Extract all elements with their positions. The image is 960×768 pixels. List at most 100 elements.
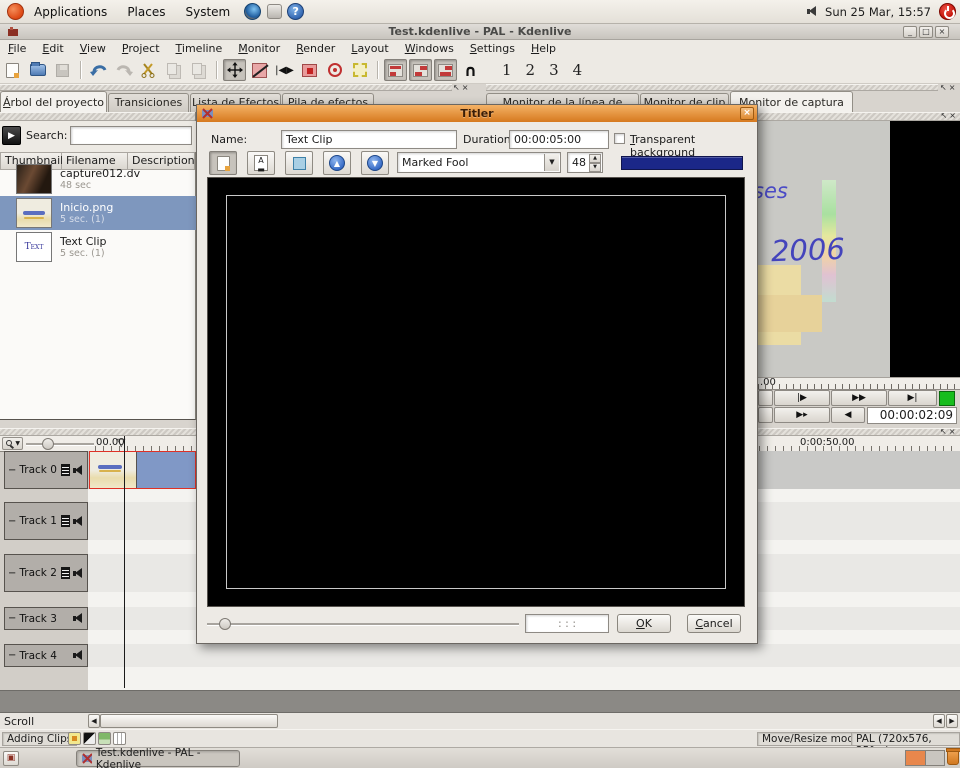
hscroll-left-button[interactable]: ◀ bbox=[933, 714, 945, 728]
menu-monitor[interactable]: Monitor bbox=[230, 42, 288, 55]
search-input[interactable] bbox=[70, 126, 192, 145]
redo-button[interactable] bbox=[112, 59, 135, 81]
clip-row-capture012[interactable]: capture012.dv 48 sec bbox=[0, 162, 196, 196]
copy-button[interactable] bbox=[162, 59, 185, 81]
raise-object-button[interactable]: ▲ bbox=[323, 151, 351, 175]
track-3-header[interactable]: − Track 3 bbox=[4, 607, 88, 630]
task-button-kdenlive[interactable]: Test.kdenlive - PAL - Kdenlive bbox=[76, 750, 240, 767]
add-rect-button[interactable] bbox=[285, 151, 313, 175]
show-thumbnails-button[interactable] bbox=[384, 59, 407, 81]
volume-icon[interactable] bbox=[807, 6, 819, 17]
show-audio-thumbs-button[interactable] bbox=[409, 59, 432, 81]
track-0-header[interactable]: − Track 0 bbox=[4, 451, 88, 489]
clip-row-textclip[interactable]: Text Text Clip 5 sec. (1) bbox=[0, 230, 196, 264]
monitor-button-stub[interactable] bbox=[758, 407, 773, 423]
spin-up-icon[interactable]: ▲ bbox=[589, 154, 601, 163]
record-button[interactable] bbox=[298, 59, 321, 81]
tab-transitions[interactable]: Transiciones bbox=[108, 93, 189, 112]
save-project-button[interactable] bbox=[51, 59, 74, 81]
trash-icon[interactable] bbox=[947, 750, 959, 765]
dock-handle[interactable] bbox=[486, 84, 938, 91]
workspace-1[interactable] bbox=[906, 751, 926, 765]
frame-back-button[interactable]: ◀ bbox=[831, 407, 865, 423]
play-button[interactable]: |▶ bbox=[774, 390, 830, 406]
coords-field[interactable]: : : : bbox=[525, 614, 609, 633]
track-4-header[interactable]: − Track 4 bbox=[4, 644, 88, 667]
canvas-zoom-slider[interactable] bbox=[207, 623, 519, 626]
dialog-titlebar[interactable]: Titler × bbox=[197, 105, 757, 122]
canvas-zoom-handle[interactable] bbox=[219, 618, 231, 630]
timeline-clip-inicio[interactable] bbox=[89, 451, 196, 489]
undo-button[interactable] bbox=[87, 59, 110, 81]
monitor-button-stub[interactable] bbox=[758, 390, 773, 406]
text-color-swatch[interactable] bbox=[621, 156, 743, 170]
record-indicator[interactable] bbox=[939, 391, 955, 406]
status-image-icon[interactable] bbox=[98, 732, 111, 745]
play-section-button[interactable]: ▶▸ bbox=[774, 407, 830, 423]
dialog-close-button[interactable]: × bbox=[740, 107, 754, 120]
track-1-header[interactable]: − Track 1 bbox=[4, 502, 88, 540]
tab-project-tree[interactable]: Árbol del proyecto bbox=[0, 91, 107, 112]
new-project-button[interactable] bbox=[1, 59, 24, 81]
guide-3-button[interactable]: 3 bbox=[549, 61, 559, 79]
collapse-track-icon[interactable]: − bbox=[8, 651, 16, 660]
menu-render[interactable]: Render bbox=[288, 42, 343, 55]
dock-handle[interactable] bbox=[758, 112, 960, 121]
menu-edit[interactable]: Edit bbox=[34, 42, 71, 55]
clock[interactable]: Sun 25 Mar, 15:57 bbox=[819, 5, 939, 19]
track-2-header[interactable]: − Track 2 bbox=[4, 554, 88, 592]
status-color-icon[interactable] bbox=[68, 732, 81, 745]
menu-layout[interactable]: Layout bbox=[343, 42, 396, 55]
close-button[interactable]: × bbox=[935, 26, 949, 38]
spacer-tool-button[interactable]: |◀▶ bbox=[273, 59, 296, 81]
status-contrast-icon[interactable] bbox=[83, 732, 96, 745]
guide-1-button[interactable]: 1 bbox=[502, 61, 512, 79]
hscroll-right-button[interactable]: ▶ bbox=[946, 714, 958, 728]
collapse-track-icon[interactable]: − bbox=[8, 517, 16, 526]
timecode-display[interactable]: 00:00:02:09 bbox=[867, 407, 957, 424]
menu-windows[interactable]: Windows bbox=[397, 42, 462, 55]
clip-row-inicio[interactable]: Inicio.png 5 sec. (1) bbox=[0, 196, 196, 230]
workspace-switcher[interactable] bbox=[905, 750, 945, 766]
status-grid-icon[interactable] bbox=[113, 732, 126, 745]
selection-zone-button[interactable] bbox=[348, 59, 371, 81]
dock-controls[interactable]: ↖× bbox=[940, 428, 957, 436]
minimize-button[interactable]: _ bbox=[903, 26, 917, 38]
menu-help[interactable]: Help bbox=[523, 42, 564, 55]
zoom-slider[interactable] bbox=[26, 443, 94, 446]
menu-settings[interactable]: Settings bbox=[462, 42, 523, 55]
spin-down-icon[interactable]: ▼ bbox=[589, 163, 601, 172]
help-icon[interactable]: ? bbox=[287, 3, 304, 20]
dock-handle[interactable] bbox=[0, 84, 452, 91]
zoom-button[interactable]: ▼ bbox=[2, 437, 23, 450]
new-title-button[interactable] bbox=[209, 151, 237, 175]
scroll-left-button[interactable]: ◀ bbox=[88, 714, 100, 728]
guide-4-button[interactable]: 4 bbox=[573, 61, 583, 79]
add-text-button[interactable]: A▬ bbox=[247, 151, 275, 175]
workspace-2[interactable] bbox=[926, 751, 945, 765]
browser-launcher-icon[interactable] bbox=[244, 3, 261, 20]
playhead-line[interactable] bbox=[124, 436, 125, 688]
panel-menu-applications[interactable]: Applications bbox=[24, 5, 117, 19]
menu-file[interactable]: File bbox=[0, 42, 34, 55]
name-input[interactable]: Text Clip bbox=[281, 130, 457, 149]
scroll-thumb[interactable] bbox=[100, 714, 278, 728]
font-size-spinner[interactable]: 48 ▲▼ bbox=[567, 152, 603, 173]
menu-timeline[interactable]: Timeline bbox=[168, 42, 231, 55]
snap-button[interactable]: ∩ bbox=[459, 59, 482, 81]
title-canvas[interactable] bbox=[207, 177, 745, 607]
cancel-button[interactable]: Cancel bbox=[687, 614, 741, 633]
distro-logo-icon[interactable] bbox=[7, 3, 24, 20]
screenshot-tool-icon[interactable] bbox=[267, 4, 282, 19]
show-markers-button[interactable] bbox=[434, 59, 457, 81]
go-to-end-button[interactable]: ▶| bbox=[888, 390, 937, 406]
guide-2-button[interactable]: 2 bbox=[526, 61, 536, 79]
record-region-button[interactable] bbox=[323, 59, 346, 81]
transparent-checkbox[interactable] bbox=[614, 133, 625, 144]
monitor-ruler[interactable]: .00 bbox=[758, 377, 960, 390]
collapse-track-icon[interactable]: − bbox=[8, 569, 16, 578]
move-tool-button[interactable] bbox=[223, 59, 246, 81]
panel-menu-places[interactable]: Places bbox=[117, 5, 175, 19]
ok-button[interactable]: OK bbox=[617, 614, 671, 633]
menu-view[interactable]: View bbox=[72, 42, 114, 55]
